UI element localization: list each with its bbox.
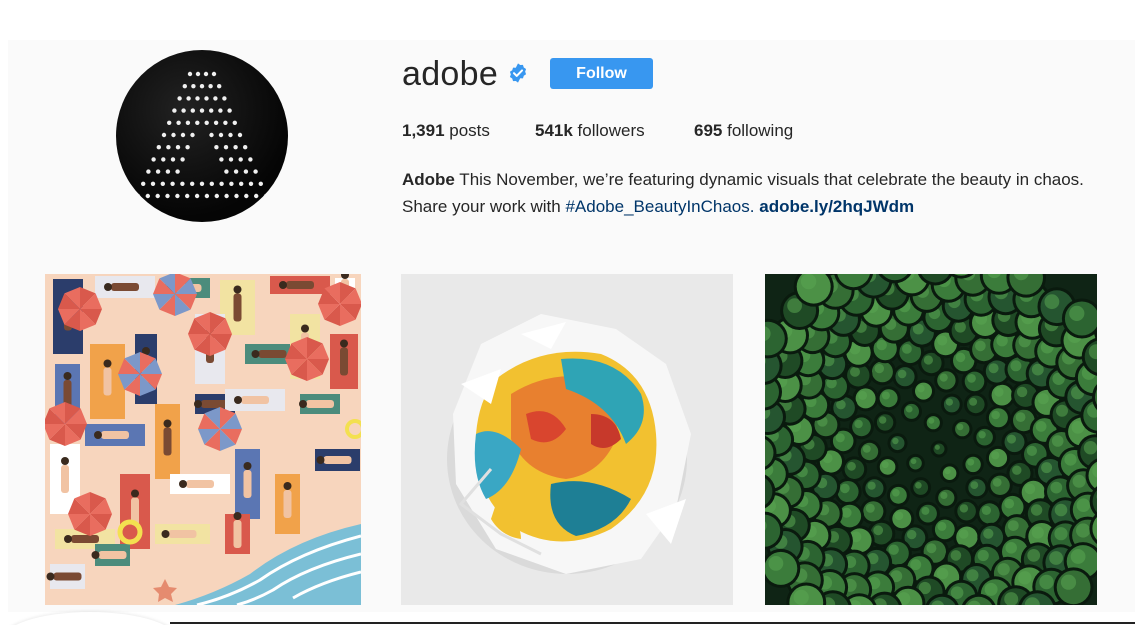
followers-stat[interactable]: 541k followers xyxy=(535,121,645,141)
profile-bio: Adobe This November, we’re featuring dyn… xyxy=(402,166,1092,220)
following-label: following xyxy=(722,121,794,140)
profile-username: adobe xyxy=(402,55,499,93)
following-stat[interactable]: 695 following xyxy=(694,121,793,141)
post-tile-forest[interactable] xyxy=(765,274,1097,605)
bio-hashtag[interactable]: #Adobe_BeautyInChaos. xyxy=(565,197,754,216)
bio-name: Adobe xyxy=(402,170,455,189)
post-image-forest xyxy=(765,274,1097,605)
posts-count: 1,391 xyxy=(402,121,445,140)
adobe-logo xyxy=(135,71,269,199)
profile-page: adobe Follow 1,391 posts 541k followers … xyxy=(0,0,1135,625)
post-image-paint-paper xyxy=(401,274,733,605)
profile-avatar[interactable] xyxy=(116,50,288,222)
post-image-beach xyxy=(45,274,361,605)
followers-count: 541k xyxy=(535,121,573,140)
following-count: 695 xyxy=(694,121,723,140)
bottom-divider xyxy=(170,622,1135,624)
posts-stat[interactable]: 1,391 posts xyxy=(402,121,490,141)
post-tile-paint-paper[interactable] xyxy=(401,274,733,605)
followers-label: followers xyxy=(572,121,645,140)
posts-label: posts xyxy=(444,121,490,140)
verified-badge-icon xyxy=(509,63,527,83)
follow-button[interactable]: Follow xyxy=(550,58,653,89)
bio-link[interactable]: adobe.ly/2hqJWdm xyxy=(759,197,914,216)
post-tile-beach[interactable] xyxy=(45,274,361,605)
